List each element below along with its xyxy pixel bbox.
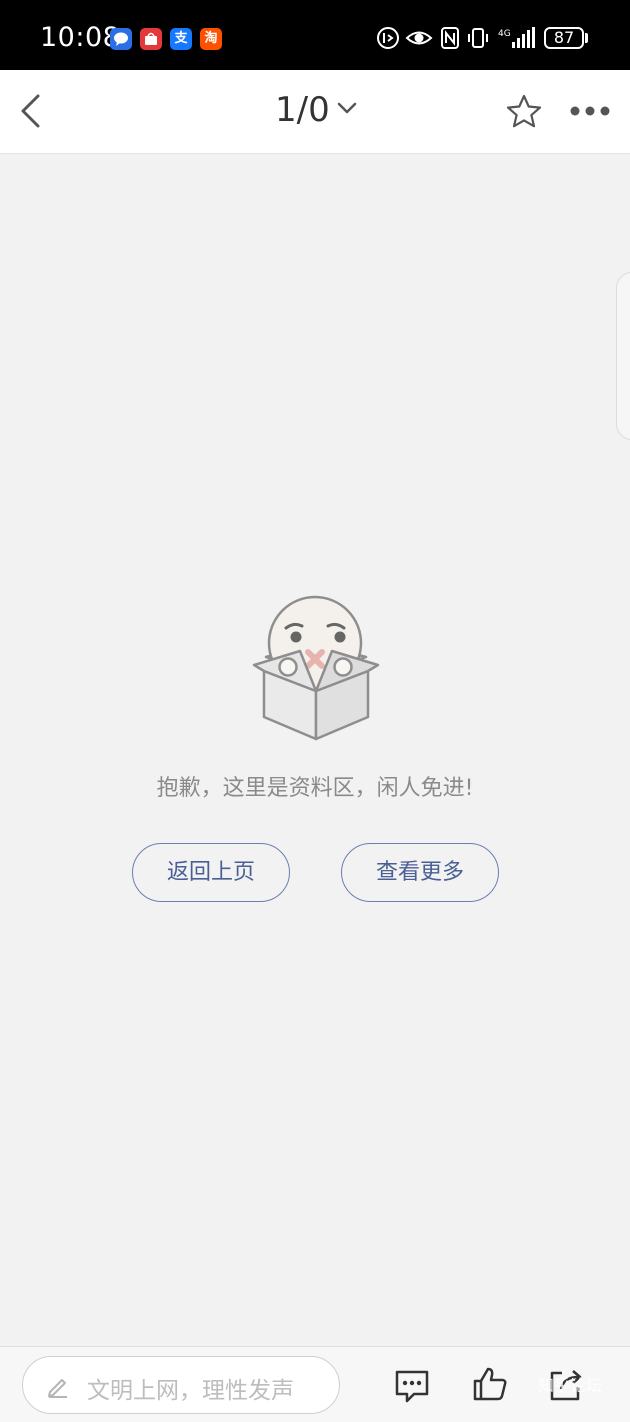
more-icon[interactable] — [568, 104, 612, 118]
empty-box-illustration — [252, 595, 380, 741]
huawei-store-app-icon — [140, 28, 162, 50]
battery-tip — [585, 33, 588, 43]
eye-comfort-icon — [405, 31, 433, 45]
side-drawer-handle[interactable] — [616, 272, 630, 440]
go-back-button[interactable]: 返回上页 — [132, 843, 290, 902]
top-nav-bar: 1/0 — [0, 70, 630, 154]
empty-state-message: 抱歉，这里是资料区，闲人免进! — [156, 776, 474, 801]
battery-indicator: 87 — [544, 27, 584, 49]
taobao-app-icon: 淘 — [200, 28, 222, 50]
like-icon[interactable] — [471, 1365, 509, 1403]
data-saver-icon — [377, 27, 399, 49]
bottom-action-bar: 文明上网，理性发声 — [0, 1346, 630, 1422]
comment-placeholder: 文明上网，理性发声 — [87, 1378, 294, 1404]
messages-app-icon — [110, 28, 132, 50]
nfc-icon — [441, 27, 459, 49]
back-icon[interactable] — [14, 90, 48, 132]
svg-text:4G: 4G — [498, 29, 511, 39]
chevron-down-icon[interactable] — [336, 100, 358, 116]
alipay-app-icon: 支 — [170, 28, 192, 50]
watermark: 知乎论坛 — [538, 1376, 603, 1395]
comment-input[interactable]: 文明上网，理性发声 — [22, 1356, 340, 1414]
page-counter[interactable]: 1/0 — [275, 90, 330, 130]
vibrate-icon — [468, 28, 488, 48]
status-time: 10:08 — [40, 22, 121, 53]
status-bar: 10:08 支 淘 4G 87 — [0, 0, 630, 70]
signal-icon: 4G — [498, 27, 535, 48]
comment-icon[interactable] — [393, 1367, 431, 1405]
star-icon[interactable] — [505, 93, 543, 131]
pencil-icon — [48, 1379, 67, 1398]
view-more-button[interactable]: 查看更多 — [341, 843, 499, 902]
